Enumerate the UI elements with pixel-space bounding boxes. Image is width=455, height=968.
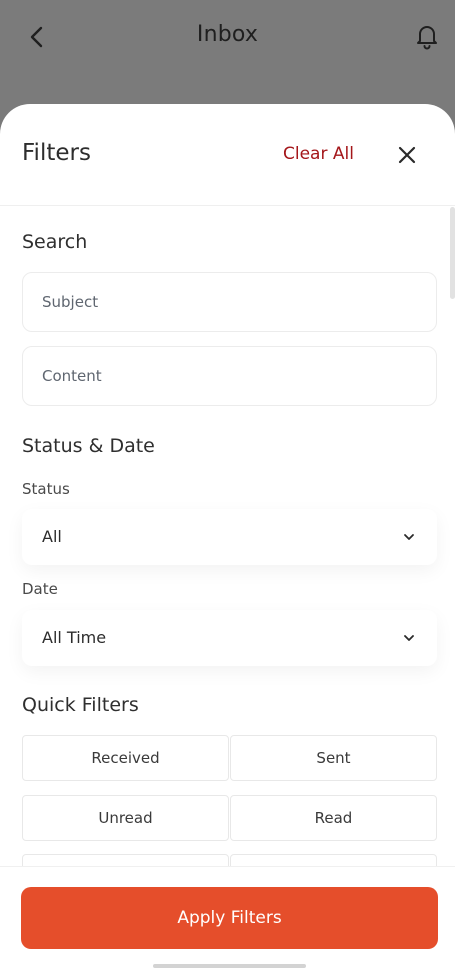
sheet-footer: Apply Filters (0, 866, 455, 968)
date-label: Date (22, 580, 58, 598)
bell-icon[interactable] (415, 22, 439, 50)
clear-all-button[interactable]: Clear All (283, 144, 354, 164)
status-select-value: All (42, 527, 62, 546)
quick-filters-section-title: Quick Filters (22, 694, 139, 716)
home-indicator (153, 964, 306, 968)
status-select[interactable]: All (22, 509, 437, 565)
filters-sheet: Filters Clear All Search Status & Date S… (0, 104, 455, 968)
subject-input[interactable] (22, 272, 437, 332)
quick-filter-unread[interactable]: Unread (22, 795, 229, 841)
date-select[interactable]: All Time (22, 610, 437, 666)
content-input[interactable] (22, 346, 437, 406)
sheet-header: Filters Clear All (0, 104, 455, 206)
chevron-down-icon (404, 635, 414, 641)
search-section-title: Search (22, 231, 88, 253)
status-label: Status (22, 480, 70, 498)
apply-filters-button[interactable]: Apply Filters (21, 887, 438, 949)
close-icon[interactable] (396, 144, 418, 166)
app-bar: Inbox (0, 0, 455, 110)
sheet-title: Filters (22, 140, 91, 166)
quick-filter-sent[interactable]: Sent (230, 735, 437, 781)
quick-filter-received[interactable]: Received (22, 735, 229, 781)
page-title: Inbox (196, 22, 259, 47)
status-date-section-title: Status & Date (22, 435, 155, 457)
date-select-value: All Time (42, 628, 107, 647)
quick-filter-read[interactable]: Read (230, 795, 437, 841)
scrollbar[interactable] (450, 207, 455, 299)
chevron-down-icon (404, 534, 414, 540)
filters-scroll-area[interactable]: Search Status & Date Status All Date All… (0, 207, 455, 867)
